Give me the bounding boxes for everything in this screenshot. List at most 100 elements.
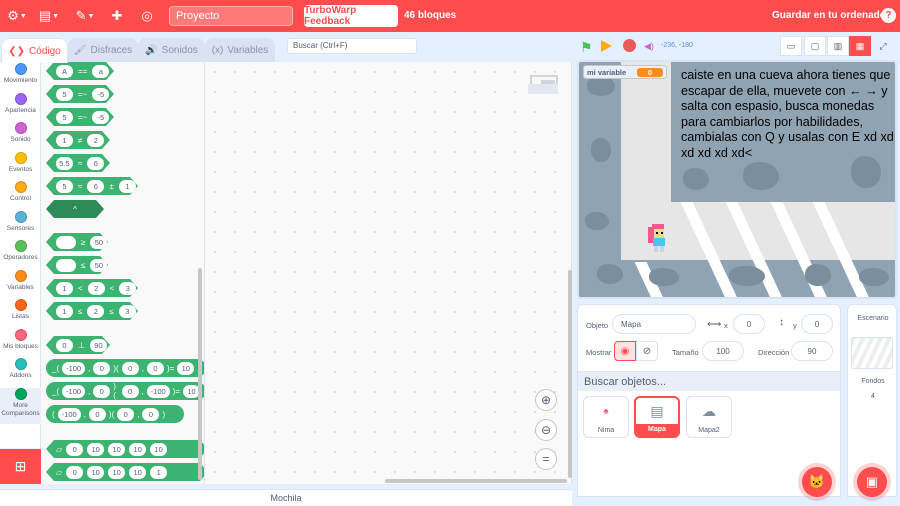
edit-pencil-icon[interactable]: ✎ ▼ bbox=[72, 0, 98, 32]
block-input[interactable]: 10 bbox=[87, 466, 104, 479]
tab-sounds[interactable]: 🔊 Sonidos bbox=[138, 38, 205, 62]
settings-gear-icon[interactable]: ⚙ ▼ bbox=[4, 0, 30, 32]
save-button[interactable]: Guardar en tu ordenador bbox=[772, 10, 890, 21]
palette-block[interactable]: ▱ 0 10 10 10 10 bbox=[46, 440, 205, 458]
block-input[interactable]: 10 bbox=[87, 443, 104, 456]
sprite-name-input[interactable]: Mapa bbox=[612, 314, 696, 334]
palette-block[interactable]: 1 <2 <3 bbox=[46, 279, 138, 297]
block-input[interactable] bbox=[56, 259, 76, 272]
zoom-in-button[interactable]: ⊕ bbox=[535, 389, 557, 411]
block-input[interactable]: 10 bbox=[108, 443, 125, 456]
block-input[interactable]: 0 bbox=[121, 384, 139, 398]
block-input[interactable]: 10 bbox=[150, 443, 167, 456]
zoom-reset-button[interactable]: = bbox=[535, 448, 557, 470]
volume-icon[interactable]: ◀) bbox=[644, 41, 654, 52]
block-input[interactable]: 90 bbox=[90, 339, 107, 352]
block-input[interactable]: 3 bbox=[119, 282, 136, 295]
block-input[interactable]: 10 bbox=[177, 361, 195, 375]
block-input[interactable]: -100 bbox=[146, 384, 170, 398]
size-input[interactable]: 100 bbox=[702, 341, 744, 361]
category-movimiento[interactable]: Movimiento bbox=[0, 63, 41, 91]
x-position-input[interactable]: 0 bbox=[733, 314, 765, 334]
block-input[interactable]: 6 bbox=[87, 180, 104, 193]
sprite-search-input[interactable]: Buscar objetos... bbox=[578, 371, 840, 391]
large-stage-icon[interactable]: ▦ bbox=[849, 36, 871, 56]
block-input[interactable]: -5 bbox=[92, 111, 109, 124]
palette-block[interactable]: 1 ≠ 2 bbox=[46, 131, 110, 149]
direction-input[interactable]: 90 bbox=[791, 341, 833, 361]
block-input[interactable]: 1 bbox=[150, 466, 167, 479]
zoom-out-button[interactable]: ⊖ bbox=[535, 419, 557, 441]
hide-sprite-button[interactable]: ⊘ bbox=[636, 341, 658, 361]
block-input[interactable]: -100 bbox=[62, 361, 86, 375]
add-extension-button[interactable]: ⊞ bbox=[0, 449, 41, 484]
block-input[interactable]: A bbox=[56, 65, 73, 78]
tab-code[interactable]: ❮❯ Código bbox=[1, 38, 68, 63]
script-workspace[interactable] bbox=[205, 62, 572, 484]
block-input[interactable]: 0 bbox=[66, 466, 83, 479]
palette-scrollbar[interactable] bbox=[198, 268, 202, 480]
block-input[interactable]: 5 bbox=[56, 111, 73, 124]
fullscreen-icon[interactable]: ⤢ bbox=[872, 36, 894, 56]
turbowarp-icon[interactable]: ◎ bbox=[134, 0, 160, 32]
block-input[interactable]: 50 bbox=[90, 236, 107, 249]
block-input[interactable]: 0 bbox=[93, 384, 111, 398]
add-backdrop-button[interactable]: ▣ bbox=[857, 467, 887, 497]
block-input[interactable]: 5 bbox=[56, 88, 73, 101]
palette-block[interactable]: ^ bbox=[46, 200, 104, 218]
palette-block[interactable]: 5 =~ -5 bbox=[46, 85, 114, 103]
tab-variables[interactable]: (x) Variables bbox=[205, 38, 275, 62]
green-flag-icon[interactable]: ⚑ bbox=[580, 39, 593, 56]
show-sprite-button[interactable]: ◉ bbox=[614, 341, 636, 361]
y-position-input[interactable]: 0 bbox=[801, 314, 833, 334]
block-input[interactable]: 2 bbox=[87, 305, 104, 318]
block-input[interactable]: 0 bbox=[93, 361, 111, 375]
block-input[interactable]: 1 bbox=[56, 305, 73, 318]
block-input[interactable]: 1 bbox=[119, 180, 136, 193]
normal-stage-icon[interactable]: ▥ bbox=[827, 36, 849, 56]
block-input[interactable]: 6 bbox=[87, 157, 104, 170]
sprite-tile-mapa2[interactable]: ☁ Mapa2 bbox=[686, 396, 732, 438]
block-input[interactable] bbox=[56, 236, 76, 249]
block-search-input[interactable]: Buscar (Ctrl+F) bbox=[287, 38, 417, 54]
sprite-tile-mapa[interactable]: ▤ Mapa bbox=[634, 396, 680, 438]
console-toggle-icon[interactable]: ▭ bbox=[780, 36, 802, 56]
block-input[interactable]: 0 bbox=[142, 407, 160, 421]
category-control[interactable]: Control bbox=[0, 181, 41, 209]
palette-block[interactable]: A == a bbox=[46, 62, 114, 80]
block-input[interactable]: 0 bbox=[121, 361, 139, 375]
palette-block[interactable]: ≥50 bbox=[46, 233, 108, 251]
block-input[interactable]: 5 bbox=[56, 180, 73, 193]
block-input[interactable]: 0 bbox=[146, 361, 164, 375]
workspace-horizontal-scrollbar[interactable] bbox=[385, 479, 567, 483]
palette-block[interactable]: 5.5 ≈6 bbox=[46, 154, 110, 172]
category-apariencia[interactable]: Apariencia bbox=[0, 93, 41, 121]
block-input[interactable]: -100 bbox=[57, 407, 81, 421]
help-icon[interactable]: ? bbox=[881, 8, 896, 23]
category-mis-bloques[interactable]: Mis bloques bbox=[0, 329, 41, 357]
palette-block[interactable]: ≤50 bbox=[46, 256, 108, 274]
block-input[interactable]: 10 bbox=[108, 466, 125, 479]
category-operadores[interactable]: Operadores bbox=[0, 240, 41, 268]
category-variables[interactable]: Variables bbox=[0, 270, 41, 298]
category-addons[interactable]: Addons bbox=[0, 358, 41, 386]
stop-button[interactable] bbox=[623, 39, 636, 52]
block-input[interactable]: 2 bbox=[88, 282, 105, 295]
block-input[interactable]: 0 bbox=[88, 407, 106, 421]
palette-block[interactable]: 5 =~ -5 bbox=[46, 108, 114, 126]
palette-block[interactable]: (-100, 0)(0, 0) bbox=[46, 405, 184, 423]
block-input[interactable]: 0 bbox=[66, 443, 83, 456]
block-input[interactable]: 3 bbox=[119, 305, 136, 318]
palette-block[interactable]: 5 ≈6 ±1 bbox=[46, 177, 138, 195]
palette-block[interactable]: ▱ 0 10 10 10 1 bbox=[46, 463, 205, 481]
palette-block[interactable]: 0 ⊥ 90 bbox=[46, 336, 110, 354]
block-input[interactable]: -5 bbox=[92, 88, 109, 101]
palette-block[interactable]: _(-100, 0)(0, 0)= 10 bbox=[46, 359, 204, 377]
small-stage-icon[interactable]: ▢ bbox=[804, 36, 826, 56]
category-listas[interactable]: Listas bbox=[0, 299, 41, 327]
block-input[interactable]: 5.5 bbox=[56, 157, 73, 170]
file-menu-icon[interactable]: ▤ ▼ bbox=[36, 0, 62, 32]
add-sprite-button[interactable]: 🐱 bbox=[802, 467, 832, 497]
turbo-play-icon[interactable] bbox=[601, 40, 612, 52]
project-title-input[interactable]: Proyecto bbox=[169, 6, 293, 26]
